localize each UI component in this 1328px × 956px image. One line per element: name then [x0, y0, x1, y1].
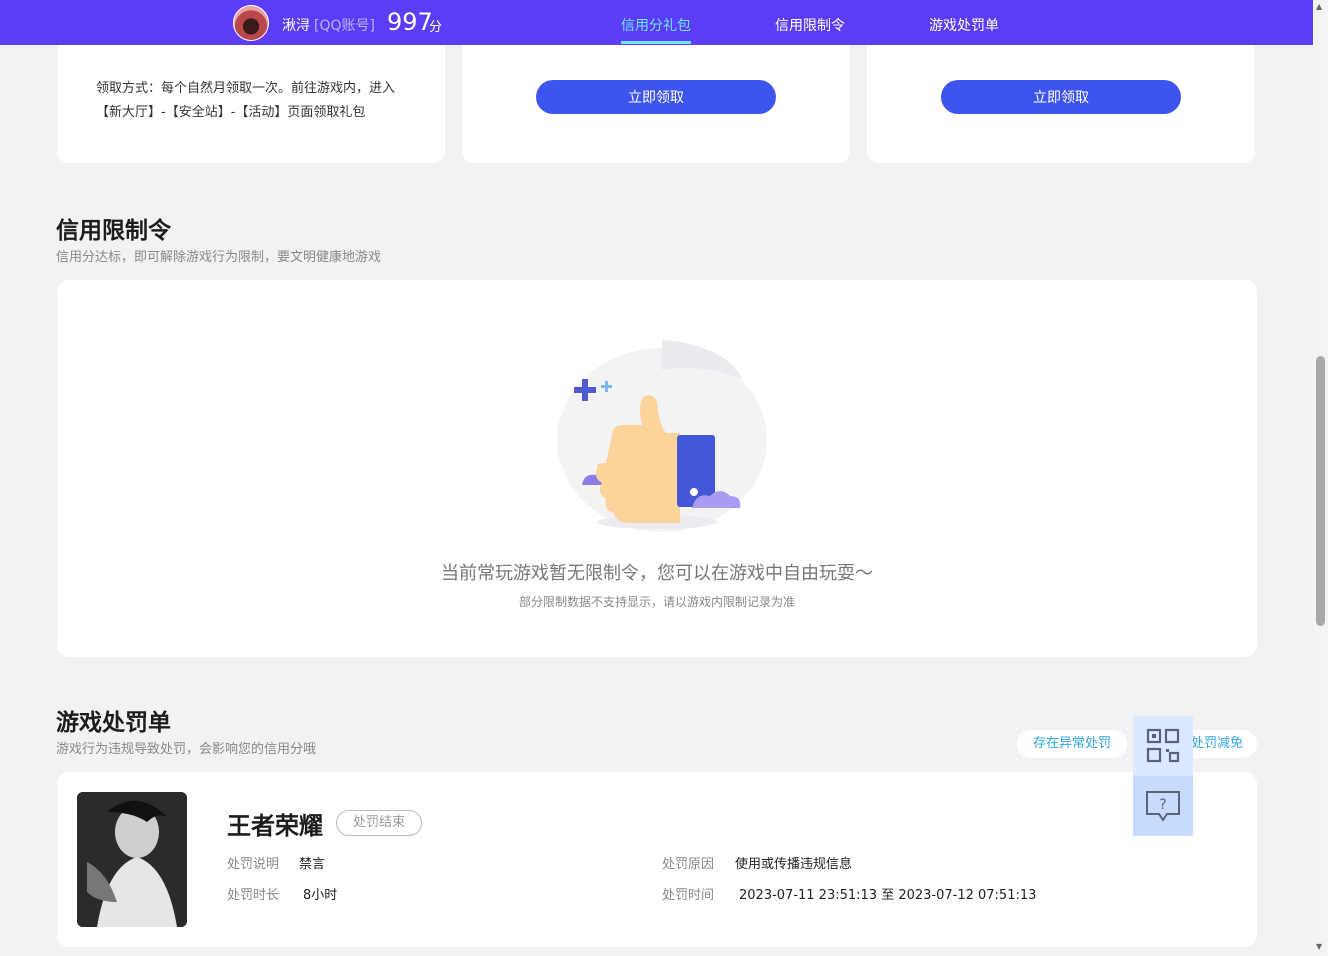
penalty-section-title: 游戏处罚单: [56, 710, 171, 736]
scrollbar-thumb[interactable]: [1316, 356, 1325, 626]
claim-button[interactable]: 立即领取: [536, 80, 776, 114]
help-feedback-button[interactable]: ?: [1133, 776, 1193, 836]
qr-code-button[interactable]: [1133, 716, 1193, 776]
restriction-empty-card: 当前常玩游戏暂无限制令，您可以在游戏中自由玩耍～ 部分限制数据不支持显示，请以游…: [57, 280, 1257, 657]
thumbs-up-illustration: [557, 340, 767, 532]
game-name: 王者荣耀: [227, 812, 323, 840]
username: 湫浔: [282, 18, 310, 34]
penalty-duration-value: 8小时: [303, 888, 338, 903]
penalty-status-badge: 处罚结束: [336, 810, 422, 836]
restriction-section-title: 信用限制令: [56, 218, 171, 244]
restriction-section-subtitle: 信用分达标，即可解除游戏行为限制，要文明健康地游戏: [56, 250, 382, 265]
penalty-duration-label: 处罚时长: [227, 888, 280, 903]
top-bar: 湫浔 [QQ账号] 997 分 信用分礼包 信用限制令 游戏处罚单: [0, 0, 1313, 45]
penalty-section-subtitle: 游戏行为违规导致处罚，会影响您的信用分哦: [56, 742, 317, 757]
credit-score: 997: [387, 8, 433, 36]
scroll-down-arrow[interactable]: ▼: [1316, 942, 1322, 951]
credit-score-unit: 分: [429, 20, 443, 35]
gift-claim-instructions: 领取方式：每个自然月领取一次。前往游戏内，进入【新大厅】-【安全站】-【活动】页…: [96, 81, 396, 120]
no-restriction-note: 部分限制数据不支持显示，请以游戏内限制记录为准: [518, 595, 795, 609]
help-chat-icon: ?: [1146, 791, 1180, 822]
game-hero-image: [77, 792, 187, 927]
penalty-time-value: 2023-07-11 23:51:13 至 2023-07-12 07:51:1…: [739, 888, 1037, 903]
nav-tab-credit-restriction[interactable]: 信用限制令: [775, 15, 845, 35]
penalty-desc-label: 处罚说明: [227, 857, 280, 872]
active-tab-indicator: [621, 41, 691, 44]
no-restriction-message: 当前常玩游戏暂无限制令，您可以在游戏中自由玩耍～: [441, 563, 873, 584]
report-abnormal-penalty-button[interactable]: 存在异常处罚: [1017, 730, 1127, 758]
nav-tab-game-penalty[interactable]: 游戏处罚单: [929, 15, 999, 35]
penalty-desc-value: 禁言: [299, 857, 326, 872]
penalty-reason-label: 处罚原因: [662, 857, 715, 872]
svg-text:?: ?: [1159, 797, 1166, 813]
user-avatar[interactable]: [233, 5, 269, 41]
penalty-time-label: 处罚时间: [662, 888, 715, 903]
scroll-up-arrow[interactable]: ▲: [1316, 2, 1322, 11]
qr-code-icon: [1146, 728, 1180, 763]
nav-tab-credit-gift[interactable]: 信用分礼包: [621, 15, 691, 35]
account-type-tag: [QQ账号]: [314, 18, 375, 34]
penalty-record-card: 王者荣耀 处罚结束 处罚说明 禁言 处罚时长 8小时 处罚原因 使用或传播违规信…: [57, 772, 1257, 947]
claim-button[interactable]: 立即领取: [941, 80, 1181, 114]
penalty-reason-value: 使用或传播违规信息: [735, 857, 853, 872]
